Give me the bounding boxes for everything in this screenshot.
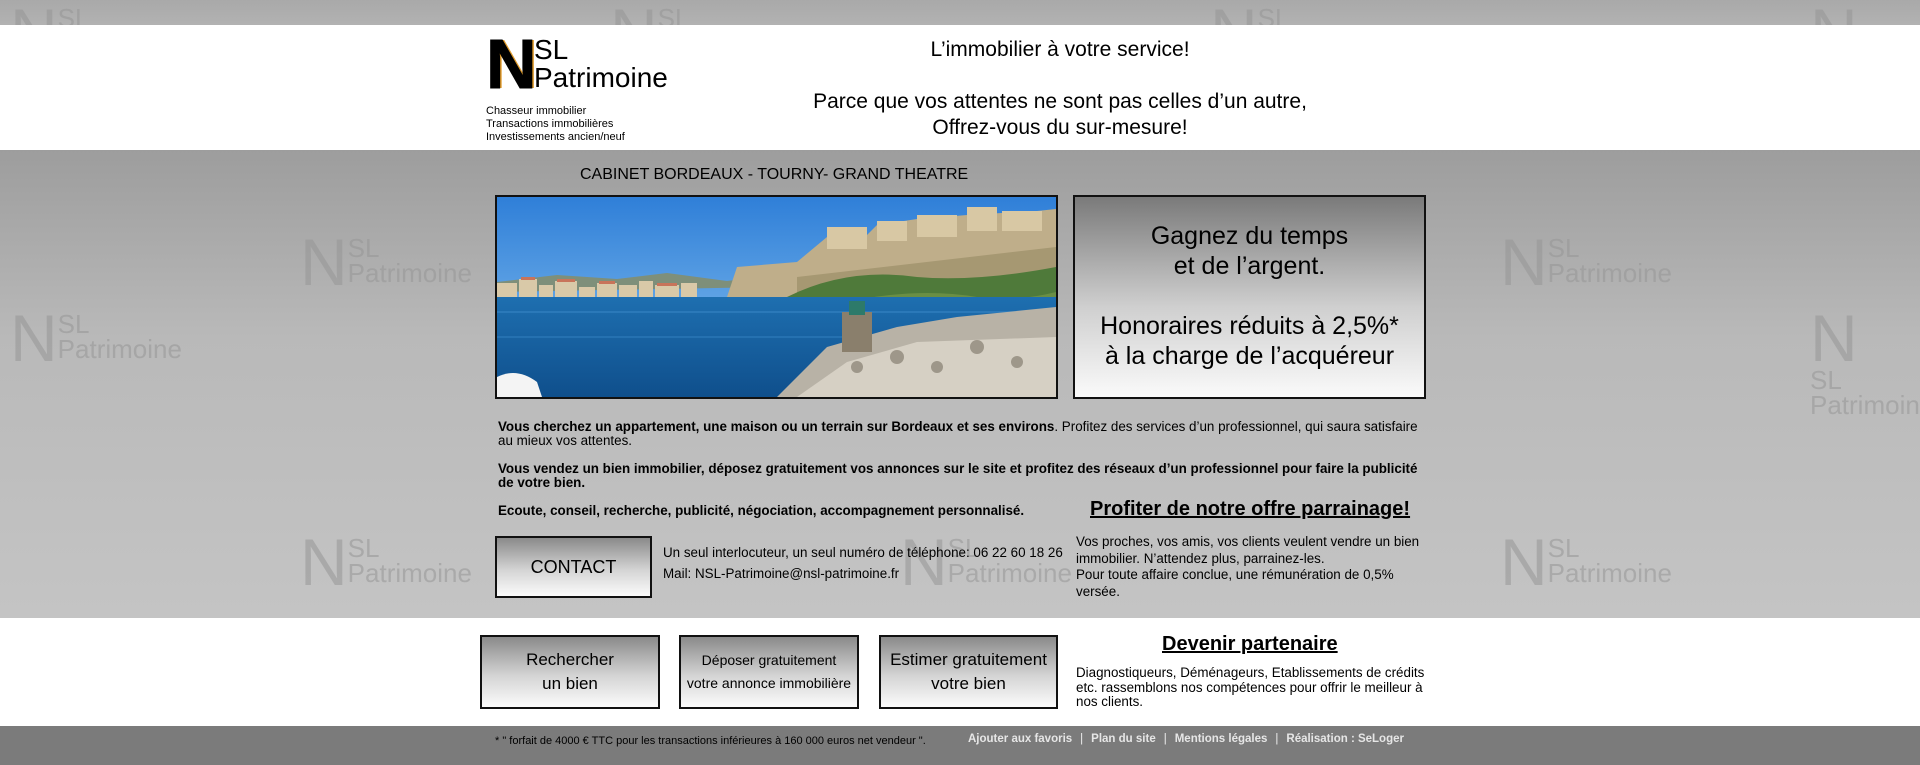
contact-phone: Un seul interlocuteur, un seul numéro de… (663, 545, 1063, 560)
footer-bar (0, 726, 1920, 765)
contact-mail: Mail: NSL-Patrimoine@nsl-patrimoine.fr (663, 566, 900, 581)
contact-button[interactable]: CONTACT (495, 536, 652, 598)
partner-text: Diagnostiqueurs, Déménageurs, Etablissem… (1076, 665, 1425, 709)
logo-letter-n: N (486, 25, 538, 103)
tagline-item: Investissements ancien/neuf (486, 131, 625, 143)
button-label: votre annonce immobilière (686, 675, 852, 691)
promo-box: Gagnez du temps et de l’argent. Honorair… (1073, 195, 1426, 399)
subline: Parce que vos attentes ne sont pas celle… (813, 90, 1307, 113)
intro-bold: Vous cherchez un appartement, une maison… (498, 419, 1055, 434)
footer-separator: | (1163, 733, 1167, 745)
intro-bold: Ecoute, conseil, recherche, publicité, n… (498, 503, 1025, 518)
parrainage-text: Vos proches, vos amis, vos clients veule… (1076, 534, 1431, 600)
harbour-photo (495, 195, 1058, 399)
promo-line: Honoraires réduits à 2,5%* (1100, 312, 1399, 340)
deposit-listing-button[interactable]: Déposer gratuitement votre annonce immob… (679, 635, 859, 709)
promo-line: et de l’argent. (1173, 252, 1326, 280)
button-label: votre bien (931, 674, 1006, 693)
search-property-button[interactable]: Rechercher un bien (480, 635, 660, 709)
subline: Offrez-vous du sur-mesure! (932, 116, 1188, 139)
header-slogan: L’immobilier à votre service! Parce que … (760, 37, 1360, 141)
tagline-item: Transactions immobilières (486, 118, 614, 130)
button-label: Déposer gratuitement (701, 652, 837, 668)
parrainage-link[interactable]: Profiter de notre offre parrainage! (1090, 498, 1410, 521)
cabinet-title: CABINET BORDEAUX - TOURNY- GRAND THEATRE (580, 166, 969, 183)
parrainage-line: Vos proches, vos amis, vos clients veule… (1076, 534, 1420, 566)
estimate-property-button[interactable]: Estimer gratuitement votre bien (879, 635, 1058, 709)
add-favorites-link[interactable]: Ajouter aux favoris (968, 733, 1072, 745)
footer-separator: | (1275, 733, 1279, 745)
top-strip (0, 0, 1920, 25)
promo-line: à la charge de l’acquéreur (1104, 342, 1395, 370)
headline: L’immobilier à votre service! (930, 38, 1190, 61)
parrainage-line: Pour toute affaire conclue, une rémunéra… (1076, 567, 1394, 599)
logo-sl: SL (534, 34, 569, 65)
site-logo[interactable]: N SL Patrimoine (486, 29, 686, 100)
intro-paragraph: Vous vendez un bien immobilier, déposez … (498, 462, 1418, 490)
tagline: Chasseur immobilier Transactions immobil… (486, 105, 625, 144)
footer-separator: | (1080, 733, 1084, 745)
button-label: un bien (542, 674, 598, 693)
button-label: Rechercher (526, 650, 614, 669)
button-label: Estimer gratuitement (890, 650, 1047, 669)
footer-note: * " forfait de 4000 € TTC pour les trans… (495, 735, 926, 747)
site-header: N SL Patrimoine Chasseur immobilier Tran… (0, 25, 1920, 150)
logo-patrimoine: Patrimoine (534, 62, 668, 93)
legal-notice-link[interactable]: Mentions légales (1175, 733, 1268, 745)
partner-link[interactable]: Devenir partenaire (1162, 633, 1338, 656)
tagline-item: Chasseur immobilier (486, 105, 587, 117)
sitemap-link[interactable]: Plan du site (1091, 733, 1156, 745)
intro-bold: Vous vendez un bien immobilier, déposez … (498, 461, 1418, 490)
credits-link[interactable]: Réalisation : SeLoger (1286, 733, 1404, 745)
promo-line: Gagnez du temps (1150, 222, 1349, 250)
footer-links: Ajouter aux favoris | Plan du site | Mention… (968, 733, 1404, 745)
intro-paragraph: Vous cherchez un appartement, une maison… (498, 420, 1418, 448)
